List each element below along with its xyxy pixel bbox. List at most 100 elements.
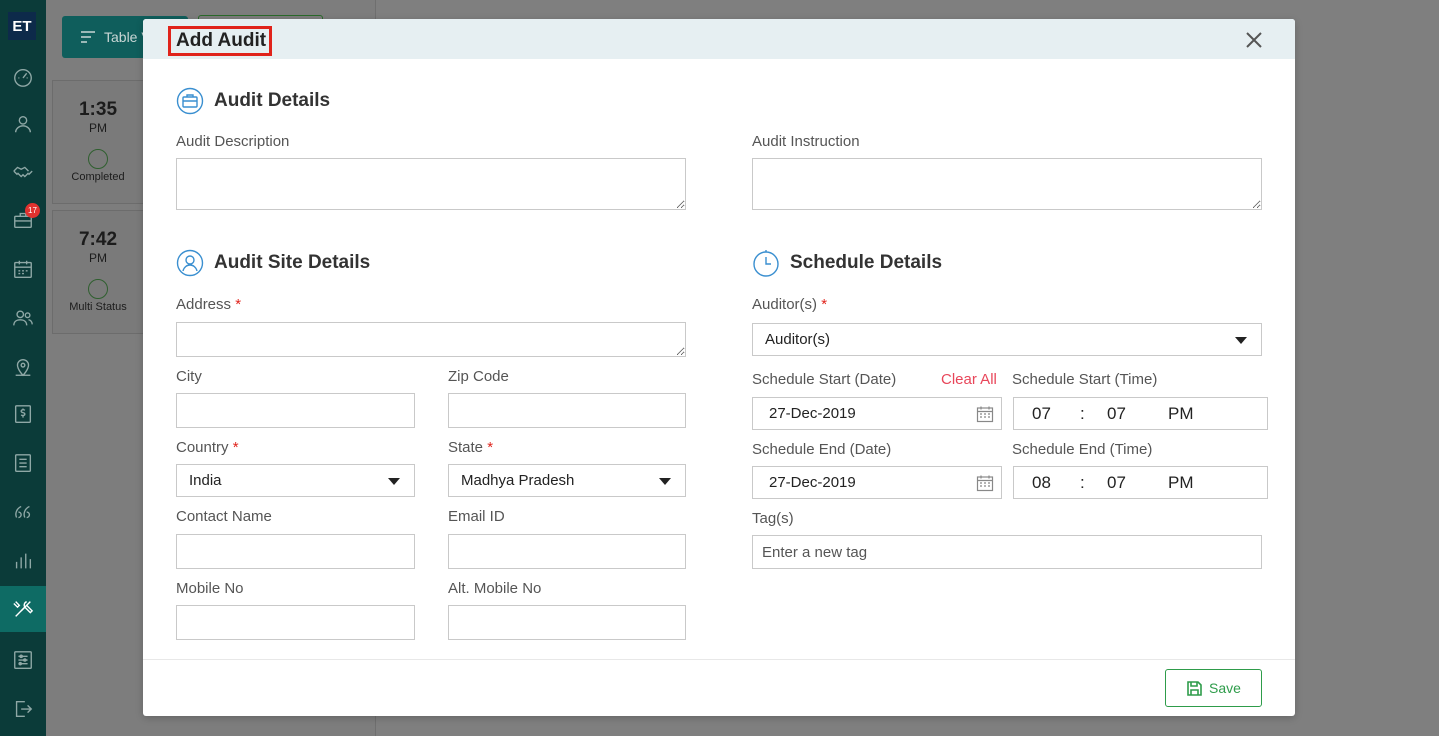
- sidebar-item-deals[interactable]: [0, 149, 46, 195]
- sidebar-item-feedback[interactable]: [0, 489, 46, 535]
- country-select-value: India: [189, 472, 222, 489]
- calendar-icon[interactable]: [976, 405, 994, 423]
- user-icon: [14, 115, 32, 133]
- schedule-start-time-label: Schedule Start (Time): [1012, 371, 1158, 388]
- schedule-end-date-label: Schedule End (Date): [752, 441, 892, 458]
- dollar-icon: [14, 405, 32, 423]
- sidebar-item-audits[interactable]: [0, 586, 46, 632]
- section-title-text: Audit Site Details: [214, 252, 371, 273]
- start-hour[interactable]: 07: [1032, 404, 1051, 424]
- location-icon: [15, 359, 31, 377]
- sidebar-item-profile[interactable]: [0, 101, 46, 147]
- required-mark: *: [487, 439, 494, 456]
- audit-description-input[interactable]: [176, 158, 686, 210]
- state-label: State *: [448, 439, 493, 456]
- contact-name-label: Contact Name: [176, 508, 272, 525]
- mobile-no-input[interactable]: [176, 605, 415, 640]
- city-input[interactable]: [176, 393, 415, 428]
- time-separator: :: [1080, 403, 1085, 423]
- clear-all-link[interactable]: Clear All: [941, 371, 997, 388]
- tags-input[interactable]: Enter a new tag: [752, 535, 1262, 569]
- clock-icon: [752, 249, 780, 277]
- auditors-label: Auditor(s) *: [752, 296, 827, 313]
- sidebar-item-team[interactable]: [0, 295, 46, 341]
- city-label: City: [176, 368, 202, 385]
- alt-mobile-no-input[interactable]: [448, 605, 686, 640]
- schedule-end-time-input[interactable]: 08 : 07 PM: [1013, 466, 1268, 499]
- caret-down-icon: [659, 477, 671, 485]
- email-id-input[interactable]: [448, 534, 686, 569]
- sidebar-item-settings[interactable]: [0, 637, 46, 683]
- address-input[interactable]: [176, 322, 686, 357]
- start-date-value: 27-Dec-2019: [769, 405, 856, 422]
- notification-badge: 17: [25, 203, 40, 218]
- tags-placeholder: Enter a new tag: [762, 543, 868, 561]
- required-mark: *: [821, 296, 828, 313]
- app-logo[interactable]: ET: [8, 12, 36, 40]
- schedule-start-time-input[interactable]: 07 : 07 PM: [1013, 397, 1268, 430]
- schedule-details-heading: Schedule Details: [752, 249, 942, 277]
- schedule-card[interactable]: 1:35 PM Completed: [52, 80, 144, 204]
- modal-footer-divider: [143, 659, 1295, 660]
- card-status: Multi Status: [69, 301, 127, 313]
- sidebar: ET 17: [0, 0, 46, 736]
- end-hour[interactable]: 08: [1032, 473, 1051, 493]
- schedule-end-time-label: Schedule End (Time): [1012, 441, 1153, 458]
- modal-header: Add Audit: [143, 19, 1295, 59]
- audit-instruction-input[interactable]: [752, 158, 1262, 210]
- auditors-select-value: Auditor(s): [765, 331, 831, 348]
- schedule-card[interactable]: 7:42 PM Multi Status: [52, 210, 144, 334]
- required-mark: *: [232, 439, 239, 456]
- state-select[interactable]: Madhya Pradesh: [448, 464, 686, 497]
- settings-sliders-icon: [14, 651, 32, 669]
- handshake-icon: [13, 166, 33, 178]
- close-button[interactable]: [1243, 29, 1265, 51]
- users-icon: [13, 310, 33, 326]
- section-title-text: Schedule Details: [790, 252, 943, 273]
- state-label-text: State: [448, 439, 484, 456]
- close-icon: [1246, 32, 1262, 48]
- add-audit-modal: Add Audit Audit Details Audit Descriptio…: [143, 19, 1295, 716]
- calendar-icon[interactable]: [976, 474, 994, 492]
- save-button[interactable]: Save: [1165, 669, 1262, 707]
- sidebar-item-calendar[interactable]: [0, 246, 46, 292]
- required-mark: *: [235, 296, 242, 313]
- end-minute[interactable]: 07: [1107, 473, 1126, 493]
- save-icon: [1187, 680, 1202, 696]
- sidebar-item-reports[interactable]: [0, 440, 46, 486]
- audit-details-heading: Audit Details: [176, 87, 330, 115]
- end-date-value: 27-Dec-2019: [769, 474, 856, 491]
- caret-down-icon: [388, 477, 400, 485]
- sidebar-item-billing[interactable]: [0, 391, 46, 437]
- save-button-label: Save: [1209, 680, 1241, 696]
- sidebar-item-analytics[interactable]: [0, 538, 46, 584]
- schedule-start-date-input[interactable]: 27-Dec-2019: [752, 397, 1002, 430]
- end-ampm[interactable]: PM: [1168, 473, 1194, 493]
- zip-code-input[interactable]: [448, 393, 686, 428]
- start-ampm[interactable]: PM: [1168, 404, 1194, 424]
- state-select-value: Madhya Pradesh: [461, 472, 575, 489]
- start-minute[interactable]: 07: [1107, 404, 1126, 424]
- card-status: Completed: [71, 171, 125, 183]
- dashboard-icon: [14, 68, 32, 87]
- quote-icon: [15, 505, 31, 519]
- country-label: Country *: [176, 439, 239, 456]
- tags-label: Tag(s): [752, 510, 794, 527]
- auditors-select[interactable]: Auditor(s): [752, 323, 1262, 356]
- email-id-label: Email ID: [448, 508, 505, 525]
- user-circle-icon: [176, 249, 204, 277]
- sidebar-item-locations[interactable]: [0, 344, 46, 390]
- audit-description-label: Audit Description: [176, 133, 290, 150]
- sidebar-item-dashboard[interactable]: [0, 54, 46, 100]
- address-label: Address *: [176, 296, 241, 313]
- time-separator: :: [1080, 472, 1085, 492]
- contact-name-input[interactable]: [176, 534, 415, 569]
- schedule-end-date-input[interactable]: 27-Dec-2019: [752, 466, 1002, 499]
- sidebar-item-logout[interactable]: [0, 686, 46, 732]
- alt-mobile-no-label: Alt. Mobile No: [448, 580, 542, 597]
- zip-code-label: Zip Code: [448, 368, 509, 385]
- tools-icon: [13, 601, 34, 617]
- country-select[interactable]: India: [176, 464, 415, 497]
- logout-icon: [15, 700, 33, 718]
- sidebar-item-jobs[interactable]: 17: [0, 197, 46, 243]
